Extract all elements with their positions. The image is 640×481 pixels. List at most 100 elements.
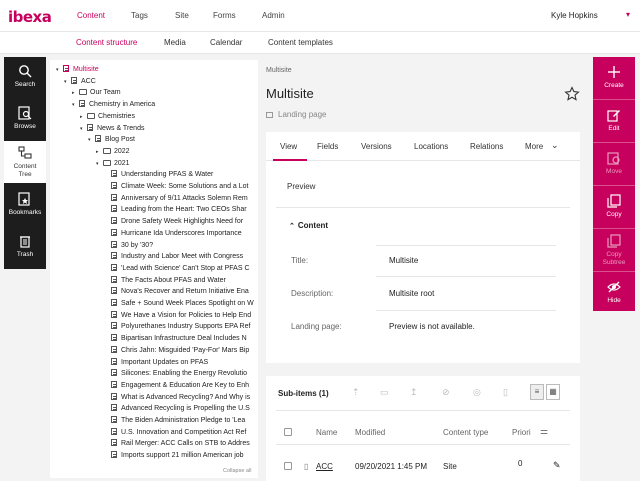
copy-button[interactable]: Copy [593,186,635,228]
column-priority[interactable]: Priori [512,428,531,437]
edit-icon[interactable]: ✎ [553,460,561,471]
content-card: View Fields Versions Locations Relations… [266,132,580,363]
tree-node[interactable]: Silicones: Enabling the Energy Revolutio [104,368,247,379]
row-checkbox[interactable] [284,462,292,470]
collapse-all-link[interactable]: Collapse all [223,468,251,474]
caret-down-icon[interactable]: ▾ [88,135,95,146]
tree-node[interactable]: 'Lead with Science' Can't Stop at PFAS C [104,263,250,274]
tree-node[interactable]: Hurricane Ida Underscores Importance [104,228,242,239]
tree-node[interactable]: The Biden Administration Pledge to 'Lea [104,415,245,426]
row-priority[interactable]: 0 [518,459,522,468]
preview-label[interactable]: Preview [287,182,315,191]
subnav-calendar[interactable]: Calendar [210,38,242,47]
trash-icon[interactable]: ▯ [503,387,513,399]
column-modified[interactable]: Modified [355,428,385,437]
panel-divider[interactable] [258,56,262,481]
tab-view[interactable]: View [280,142,297,151]
tree-node[interactable]: Drone Safety Week Highlights Need for [104,216,243,227]
caret-right-icon[interactable]: ▸ [96,147,103,158]
move-button[interactable]: Move [593,143,635,185]
column-content-type[interactable]: Content type [443,428,488,437]
subnav-media[interactable]: Media [164,38,186,47]
caret-down-icon[interactable]: ▾ [72,100,79,111]
chevron-down-icon[interactable]: ▾ [626,10,630,19]
caret-right-icon[interactable]: ▸ [72,88,79,99]
tree-node[interactable]: Safe + Sound Week Places Spotlight on W [104,298,254,309]
tree-node[interactable]: ▸ Chemistries [80,111,135,122]
column-name[interactable]: Name [316,428,337,437]
folder-icon[interactable]: ▭ [380,387,390,399]
tree-node[interactable]: 30 by '30? [104,240,153,251]
tab-relations[interactable]: Relations [470,142,503,151]
tree-node[interactable]: Important Updates on PFAS [104,357,208,368]
tree-node[interactable]: ▾ News & Trends [80,123,144,134]
nav-site[interactable]: Site [175,11,189,20]
rail-bookmarks[interactable]: Bookmarks [4,185,46,227]
select-all-checkbox[interactable] [284,428,292,436]
tree-node[interactable]: ▸ Our Team [72,87,121,98]
nav-admin[interactable]: Admin [262,11,285,20]
tree-node[interactable]: ▾ 2021 [96,158,130,169]
user-menu[interactable]: Kyle Hopkins [551,11,598,20]
tree-node[interactable]: What is Advanced Recycling? And Why is [104,392,250,403]
tree-node[interactable]: ▾ ACC [64,76,96,87]
tree-node[interactable]: Climate Week: Some Solutions and a Lot [104,181,249,192]
upload-icon[interactable]: ⇡ [352,387,362,399]
nav-content[interactable]: Content [77,11,105,20]
list-view-button[interactable]: ≡ [530,384,544,400]
document-icon [111,322,117,330]
rail-trash[interactable]: Trash [4,227,46,269]
rail-content-tree[interactable]: Content Tree [4,141,46,183]
tree-node[interactable]: Industry and Labor Meet with Congress [104,251,243,262]
caret-down-icon[interactable]: ▾ [96,159,103,170]
nav-forms[interactable]: Forms [213,11,236,20]
tree-node[interactable]: We Have a Vision for Policies to Help En… [104,310,251,321]
tab-more[interactable]: More [525,142,543,151]
tree-node[interactable]: ▾ Blog Post [88,134,135,145]
tree-node[interactable]: ▾ Chemistry in America [72,99,155,110]
edit-button[interactable]: Edit [593,100,635,142]
breadcrumb[interactable]: Multisite [266,67,292,74]
caret-down-icon[interactable]: ▾ [80,124,87,135]
tree-node[interactable]: Imports support 21 million American job [104,450,244,461]
caret-down-icon[interactable]: ▾ [56,65,63,76]
tree-node[interactable]: Advanced Recycling is Propelling the U.S [104,403,250,414]
unhide-icon[interactable]: ◎ [473,387,483,399]
tree-node[interactable]: Leading from the Heart: Two CEOs Shar [104,204,247,215]
chevron-down-icon[interactable]: ⌄ [551,140,559,151]
tree-node[interactable]: Chris Jahn: Misguided 'Pay-For' Mars Bip [104,345,249,356]
caret-down-icon[interactable]: ▾ [64,77,71,88]
tree-node[interactable]: U.S. Innovation and Competition Act Ref [104,427,246,438]
tab-versions[interactable]: Versions [361,142,392,151]
tree-node[interactable]: Bipartisan Infrastructure Deal Includes … [104,333,247,344]
tab-fields[interactable]: Fields [317,142,338,151]
hide-button[interactable]: Hide [593,272,635,314]
create-button[interactable]: Create [593,57,635,99]
content-section-toggle[interactable]: ⌃ Content [289,221,328,230]
eye-off-icon[interactable]: ⊘ [442,387,452,399]
subnav-content-structure[interactable]: Content structure [76,38,137,47]
star-icon[interactable] [564,86,580,102]
tree-node[interactable]: Engagement & Education Are Key to Enh [104,380,249,391]
subnav-content-templates[interactable]: Content templates [268,38,333,47]
tree-node-label: U.S. Innovation and Competition Act Ref [121,428,247,436]
app-logo[interactable]: ibexa [8,8,52,26]
tree-node[interactable]: Polyurethanes Industry Supports EPA Ref [104,321,250,332]
move-up-icon[interactable]: ↥ [410,387,420,399]
tree-node[interactable]: The Facts About PFAS and Water [104,275,226,286]
tree-node[interactable]: Understanding PFAS & Water [104,169,213,180]
caret-right-icon[interactable]: ▸ [80,112,87,123]
column-settings-icon[interactable]: ⚌ [540,426,548,437]
tab-locations[interactable]: Locations [414,142,448,151]
tree-node[interactable]: Nova's Recover and Return Initiative Ena [104,286,249,297]
rail-search[interactable]: Search [4,57,46,99]
copy-subtree-button[interactable]: Copy Subtree [593,229,635,271]
grid-view-button[interactable]: ▦ [546,384,560,400]
tree-node[interactable]: Anniversary of 9/11 Attacks Solemn Rem [104,193,248,204]
tree-node[interactable]: ▸ 2022 [96,146,130,157]
tree-node[interactable]: Rail Merger: ACC Calls on STB to Addres [104,438,250,449]
nav-tags[interactable]: Tags [131,11,148,20]
row-name-link[interactable]: ACC [316,462,333,471]
rail-browse[interactable]: Browse [4,99,46,141]
tree-node[interactable]: ▾ Multisite [56,64,99,75]
